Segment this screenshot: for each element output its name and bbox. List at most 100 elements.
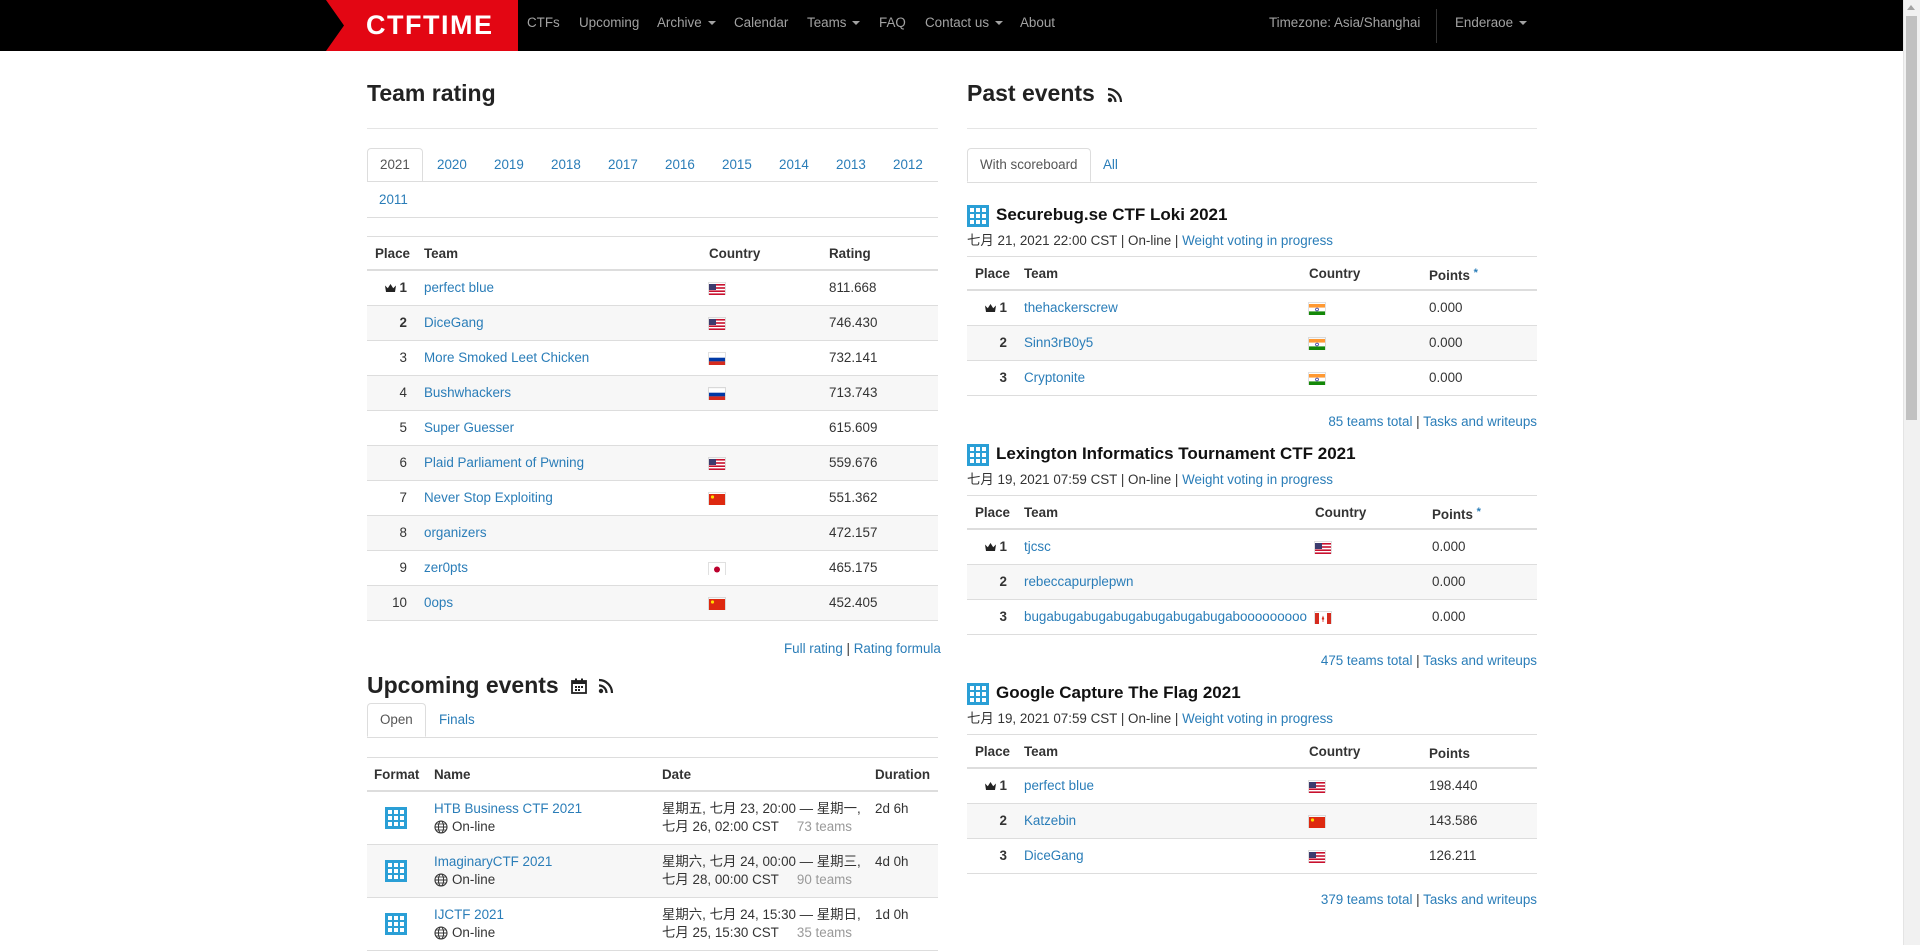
nav-contact-us[interactable]: Contact us [925, 0, 1004, 51]
table-row: 4 Bushwhackers 713.743 [367, 376, 938, 411]
tab-year-2014[interactable]: 2014 [767, 148, 821, 182]
team-link[interactable]: organizers [424, 516, 487, 550]
header-name: Name [434, 767, 471, 782]
tab-year-2021[interactable]: 2021 [367, 148, 423, 182]
nav-calendar[interactable]: Calendar [734, 0, 788, 51]
event-link[interactable]: HTB Business CTF 2021 [434, 800, 582, 818]
team-link[interactable]: Bushwhackers [424, 376, 511, 410]
rank-cell: 9 [400, 551, 407, 585]
team-link[interactable]: DiceGang [1024, 839, 1084, 873]
link-separator: | [846, 641, 851, 656]
rating-value: 559.676 [829, 455, 878, 470]
team-rating-table: Place Team Country Rating 1 perfect blue 8… [367, 236, 938, 621]
scroll-up-arrow-icon[interactable] [1907, 5, 1915, 10]
full-rating-link[interactable]: Full rating [784, 641, 843, 656]
points-note-asterisk[interactable]: * [1477, 506, 1481, 518]
team-link[interactable]: Sinn3rB0y5 [1024, 326, 1093, 360]
rss-icon[interactable] [598, 678, 614, 694]
rss-icon[interactable] [1107, 87, 1123, 103]
team-link[interactable]: thehackerscrew [1024, 291, 1118, 325]
rank-number: 3 [999, 609, 1007, 624]
weight-voting-link[interactable]: Weight voting in progress [1182, 711, 1333, 726]
scrollbar-thumb[interactable] [1906, 16, 1917, 420]
event-date-cell: 星期六, 七月 24, 00:00 — 星期三, 七月 28, 00:00 CST… [662, 845, 862, 897]
table-row: 1 thehackerscrew 0.000 [967, 291, 1537, 326]
header-place: Place [375, 246, 410, 261]
team-link[interactable]: More Smoked Leet Chicken [424, 341, 589, 375]
tab-year-2018[interactable]: 2018 [539, 148, 593, 182]
rank-number: 7 [399, 490, 407, 505]
team-link[interactable]: rebeccapurplepwn [1024, 565, 1133, 599]
navbar-divider [1436, 9, 1437, 43]
event-name-cell: IJCTF 2021 On-line [434, 898, 504, 950]
tab-finals[interactable]: Finals [427, 703, 487, 737]
team-link[interactable]: DiceGang [424, 306, 484, 340]
tab-year-2012[interactable]: 2012 [881, 148, 935, 182]
team-link[interactable]: Plaid Parliament of Pwning [424, 446, 584, 480]
teams-total-link[interactable]: 85 teams total [1328, 414, 1412, 429]
event-footer-links: 85 teams total | Tasks and writeups [1328, 414, 1537, 429]
rank-number: 9 [399, 560, 407, 575]
nav-archive[interactable]: Archive [657, 0, 716, 51]
weight-voting-link[interactable]: Weight voting in progress [1182, 472, 1333, 487]
event-title-link[interactable]: Lexington Informatics Tournament CTF 202… [996, 444, 1356, 464]
tab-year-2011[interactable]: 2011 [367, 183, 420, 217]
header-team: Team [424, 246, 458, 261]
tabs-baseline [367, 181, 938, 182]
team-link[interactable]: Cryptonite [1024, 361, 1085, 395]
rank-cell: 1 [984, 291, 1007, 325]
nav-teams[interactable]: Teams [807, 0, 861, 51]
jeopardy-format-icon [967, 205, 989, 227]
tab-year-2017[interactable]: 2017 [596, 148, 650, 182]
event-title-link[interactable]: Securebug.se CTF Loki 2021 [996, 205, 1227, 225]
weight-voting-link[interactable]: Weight voting in progress [1182, 233, 1333, 248]
event-title-link[interactable]: Google Capture The Flag 2021 [996, 683, 1241, 703]
tasks-writeups-link[interactable]: Tasks and writeups [1423, 414, 1537, 429]
team-link[interactable]: zer0pts [424, 551, 468, 585]
team-link[interactable]: Super Guesser [424, 411, 514, 445]
tab-with-scoreboard[interactable]: With scoreboard [967, 148, 1091, 182]
points-note-asterisk[interactable]: * [1474, 267, 1478, 279]
user-menu[interactable]: Enderaoe [1455, 0, 1528, 51]
rank-cell: 8 [400, 516, 407, 550]
nav-about[interactable]: About [1020, 0, 1055, 51]
team-link[interactable]: Never Stop Exploiting [424, 481, 553, 515]
event-location: On-line [434, 924, 504, 942]
team-link[interactable]: perfect blue [1024, 769, 1094, 803]
crown-icon [984, 304, 996, 312]
ctftime-logo[interactable]: CTFTIME [326, 0, 518, 51]
table-row: 9 zer0pts 465.175 [367, 551, 938, 586]
calendar-icon[interactable] [571, 678, 588, 694]
header-place: Place [975, 744, 1010, 759]
table-row: 2 Sinn3rB0y5 0.000 [967, 326, 1537, 361]
nav-ctfs[interactable]: CTFs [527, 0, 560, 51]
team-link[interactable]: bugabugabugabugabugabugabugabooooooooo [1024, 600, 1307, 634]
points-value: 0.000 [1429, 370, 1463, 385]
tab-year-2013[interactable]: 2013 [824, 148, 878, 182]
team-link[interactable]: 0ops [424, 586, 453, 620]
tasks-writeups-link[interactable]: Tasks and writeups [1423, 653, 1537, 668]
team-link[interactable]: perfect blue [424, 271, 494, 305]
rating-value: 472.157 [829, 525, 878, 540]
tab-open[interactable]: Open [367, 703, 426, 737]
teams-total-link[interactable]: 475 teams total [1321, 653, 1413, 668]
rating-formula-link[interactable]: Rating formula [854, 641, 941, 656]
points-value: 0.000 [1432, 574, 1466, 589]
tab-year-2020[interactable]: 2020 [425, 148, 479, 182]
teams-total-link[interactable]: 379 teams total [1321, 892, 1413, 907]
tasks-writeups-link[interactable]: Tasks and writeups [1423, 892, 1537, 907]
nav-faq[interactable]: FAQ [879, 0, 906, 51]
team-link[interactable]: tjcsc [1024, 530, 1051, 564]
event-meta-text: 七月 21, 2021 22:00 CST | On-line | [967, 233, 1179, 248]
tab-all[interactable]: All [1091, 148, 1130, 182]
tab-year-2015[interactable]: 2015 [710, 148, 764, 182]
timezone-label[interactable]: Timezone: Asia/Shanghai [1269, 0, 1420, 51]
country-flag-icon [1309, 373, 1325, 385]
event-link[interactable]: ImaginaryCTF 2021 [434, 853, 552, 871]
tab-year-2019[interactable]: 2019 [482, 148, 536, 182]
tab-year-2016[interactable]: 2016 [653, 148, 707, 182]
event-link[interactable]: IJCTF 2021 [434, 906, 504, 924]
nav-upcoming[interactable]: Upcoming [579, 0, 639, 51]
team-link[interactable]: Katzebin [1024, 804, 1076, 838]
header-points-label: Points [1429, 268, 1470, 283]
